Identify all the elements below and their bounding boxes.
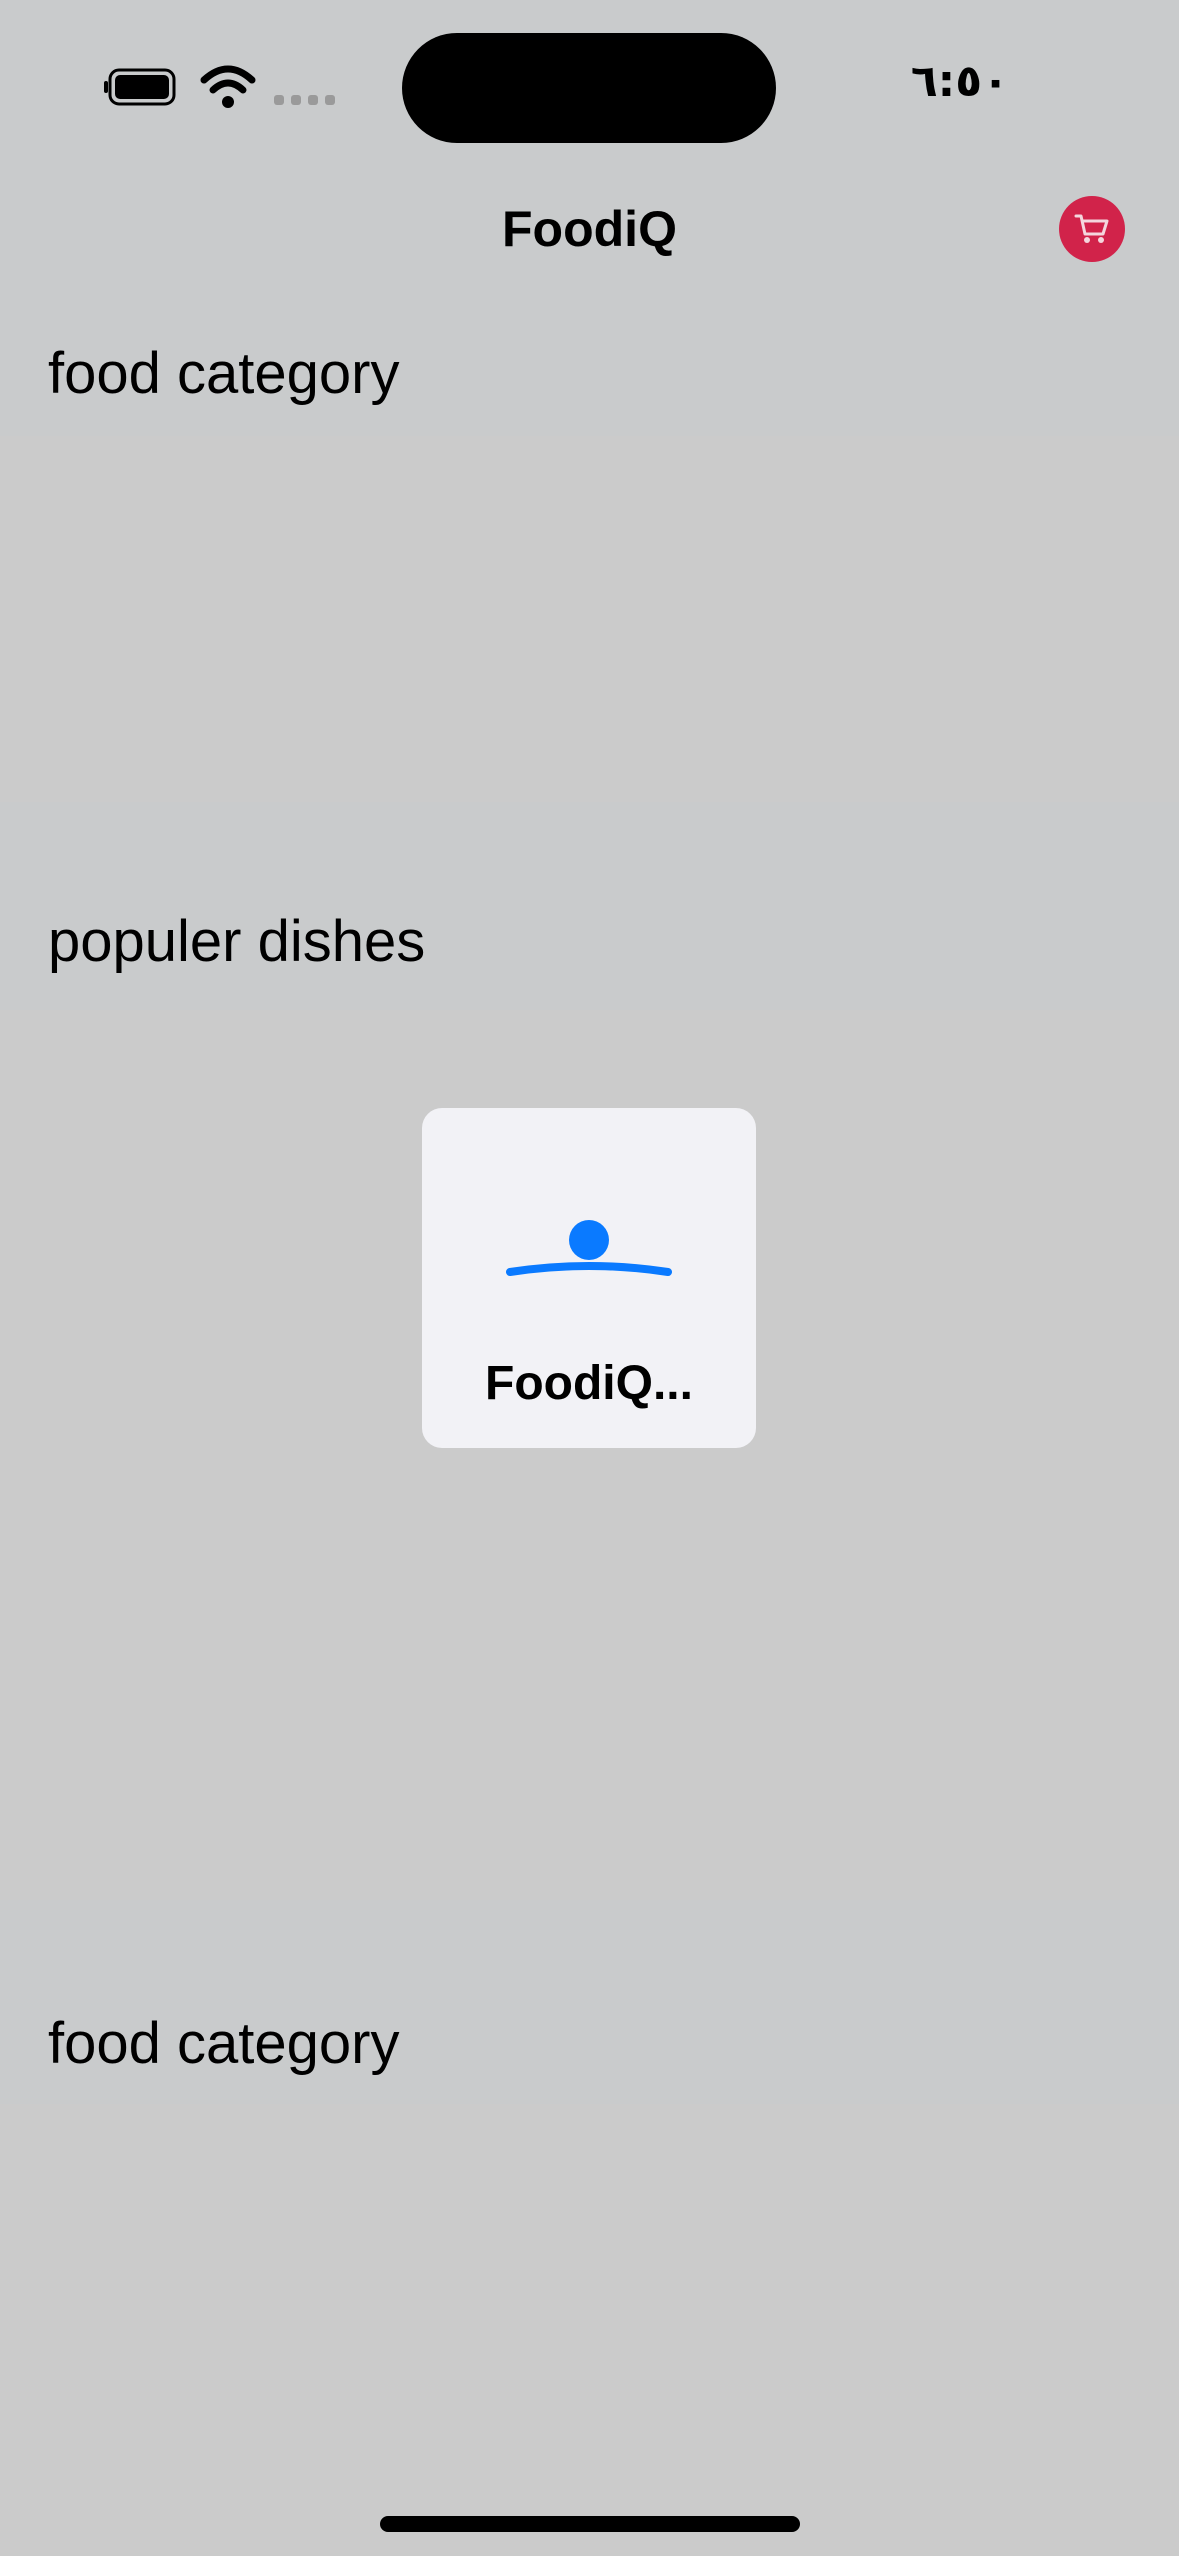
status-bar: ٦:٥٠ <box>0 0 1179 150</box>
food-category-list <box>0 436 1179 802</box>
page-title: FoodiQ <box>502 201 677 257</box>
food-category-list-2 <box>0 2104 1179 2556</box>
home-indicator[interactable] <box>380 2516 800 2532</box>
loading-label: FoodiQ... <box>485 1357 693 1410</box>
loading-indicator-icon <box>506 1220 672 1276</box>
dynamic-island <box>402 33 776 143</box>
signal-icon <box>274 95 335 105</box>
loading-card: FoodiQ... <box>422 1108 756 1448</box>
section-title-popular-dishes: populer dishes <box>48 909 426 974</box>
navigation-bar: FoodiQ <box>0 170 1179 290</box>
section-title-food-category: food category <box>48 341 400 406</box>
cart-button[interactable] <box>1059 196 1125 262</box>
section-title-food-category-2: food category <box>48 2011 400 2076</box>
battery-icon <box>104 68 176 106</box>
cart-icon <box>1074 214 1109 243</box>
status-time: ٦:٥٠ <box>910 56 1009 107</box>
wifi-icon <box>200 65 256 108</box>
